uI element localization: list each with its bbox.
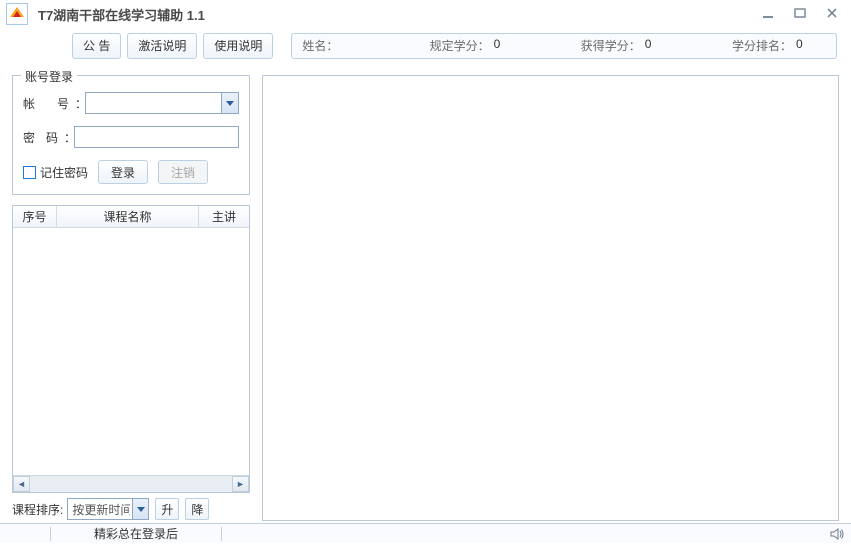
required-credits-label: 规定学分： bbox=[430, 37, 490, 54]
sort-select[interactable] bbox=[67, 498, 149, 520]
login-legend: 账号登录 bbox=[21, 68, 77, 85]
sort-asc-button[interactable]: 升 bbox=[155, 498, 179, 520]
close-button[interactable] bbox=[823, 4, 841, 22]
scroll-left-arrow[interactable]: ◄ bbox=[13, 476, 30, 492]
window-controls bbox=[759, 4, 841, 22]
remember-password-checkbox[interactable]: 记住密码 bbox=[23, 164, 88, 181]
sort-row: 课程排序: 升 降 bbox=[12, 493, 250, 521]
horizontal-scrollbar[interactable]: ◄ ► bbox=[13, 475, 249, 492]
status-bar: 精彩总在登录后 bbox=[0, 523, 851, 543]
password-row: 密 码： bbox=[23, 126, 239, 148]
minimize-button[interactable] bbox=[759, 4, 777, 22]
account-label: 帐 号 bbox=[23, 95, 71, 112]
login-button[interactable]: 登录 bbox=[98, 160, 148, 184]
password-input[interactable] bbox=[74, 126, 239, 148]
left-column: 账号登录 帐 号： 密 码： 记住密码 登录 注销 bbox=[12, 75, 250, 521]
app-icon bbox=[6, 3, 28, 25]
activate-info-button[interactable]: 激活说明 bbox=[127, 33, 197, 59]
maximize-button[interactable] bbox=[791, 4, 809, 22]
remember-label: 记住密码 bbox=[40, 164, 88, 181]
col-course-name[interactable]: 课程名称 bbox=[57, 206, 199, 227]
obtained-credits-value: 0 bbox=[645, 37, 675, 54]
credit-rank-value: 0 bbox=[796, 37, 826, 54]
login-actions: 记住密码 登录 注销 bbox=[23, 160, 239, 184]
title-bar: T7湖南干部在线学习辅助 1.1 bbox=[0, 0, 851, 28]
speaker-icon[interactable] bbox=[829, 526, 845, 545]
toolbar: 公 告 激活说明 使用说明 姓名： 规定学分：0 获得学分：0 学分排名：0 bbox=[0, 28, 851, 63]
scroll-track[interactable] bbox=[30, 476, 232, 492]
main-area: 账号登录 帐 号： 密 码： 记住密码 登录 注销 bbox=[0, 65, 851, 523]
password-label: 密 码 bbox=[23, 129, 60, 146]
credit-rank-label: 学分排名： bbox=[732, 37, 792, 54]
account-combo[interactable] bbox=[85, 92, 239, 114]
account-input[interactable] bbox=[85, 92, 239, 114]
logout-button[interactable]: 注销 bbox=[158, 160, 208, 184]
usage-info-button[interactable]: 使用说明 bbox=[203, 33, 273, 59]
scroll-right-arrow[interactable]: ► bbox=[232, 476, 249, 492]
sort-select-value[interactable] bbox=[67, 498, 149, 520]
app-title: T7湖南干部在线学习辅助 1.1 bbox=[38, 5, 205, 24]
course-list: 序号 课程名称 主讲 ◄ ► bbox=[12, 205, 250, 493]
sort-label: 课程排序: bbox=[12, 501, 63, 518]
sort-desc-button[interactable]: 降 bbox=[185, 498, 209, 520]
account-row: 帐 号： bbox=[23, 92, 239, 114]
login-groupbox: 账号登录 帐 号： 密 码： 记住密码 登录 注销 bbox=[12, 75, 250, 195]
required-credits-value: 0 bbox=[494, 37, 524, 54]
col-teacher[interactable]: 主讲 bbox=[199, 206, 249, 227]
announce-button[interactable]: 公 告 bbox=[72, 33, 121, 59]
content-panel bbox=[262, 75, 839, 521]
status-message: 精彩总在登录后 bbox=[51, 524, 221, 543]
info-strip: 姓名： 规定学分：0 获得学分：0 学分排名：0 bbox=[291, 33, 837, 59]
col-index[interactable]: 序号 bbox=[13, 206, 57, 227]
course-list-header: 序号 课程名称 主讲 bbox=[13, 206, 249, 228]
name-label: 姓名： bbox=[302, 37, 338, 54]
status-seg-1 bbox=[0, 524, 50, 543]
checkbox-icon bbox=[23, 166, 36, 179]
obtained-credits-label: 获得学分： bbox=[581, 37, 641, 54]
name-value bbox=[342, 37, 372, 54]
course-list-body bbox=[13, 228, 249, 475]
